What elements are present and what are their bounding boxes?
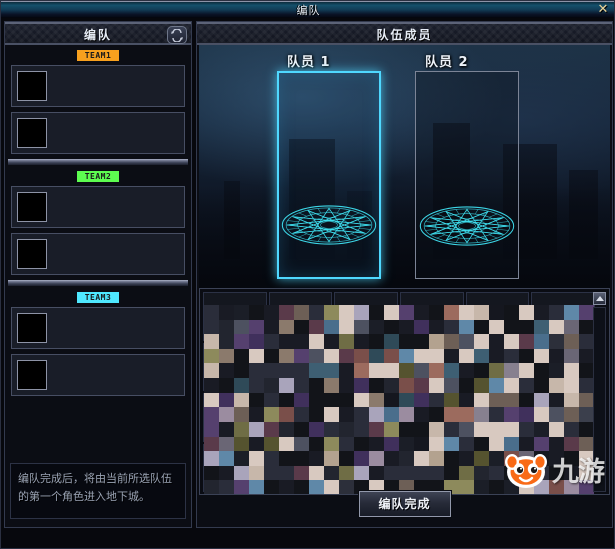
roster-cell[interactable] [268,393,333,442]
team-slot-row[interactable] [11,65,185,107]
summon-circle-icon [281,205,377,245]
roster-cell[interactable] [268,292,333,341]
teams-container: TEAM1 TEAM2 TEAM3 [5,50,191,396]
roster-cell[interactable] [400,393,464,442]
roster-cell[interactable] [531,292,595,341]
roster-cell[interactable] [531,393,595,442]
roster-cell[interactable] [203,393,267,442]
team-slot-row[interactable] [11,354,185,396]
roster-cell[interactable] [531,443,595,492]
roster-cell[interactable] [268,443,333,492]
window-titlebar: 编队 ✕ [1,1,614,18]
roster-cell[interactable] [531,342,595,391]
roster-cell[interactable] [334,393,398,442]
team-divider [8,159,188,166]
slot-portrait [17,71,47,101]
character-slot-2[interactable] [415,71,519,279]
team-panel-title: 编队 [83,28,112,42]
member-slot-label: 队员 1 [287,55,331,70]
member-slot-label: 队员 2 [425,55,469,70]
roster-cell[interactable] [203,443,267,492]
member-stage: 队员 1 队员 2 [199,45,610,306]
team-block: TEAM3 [5,292,191,396]
roster-cell[interactable] [334,443,398,492]
refresh-swap-glyph [171,29,183,42]
team-list-panel: 编队 TEAM1 TEAM2 TEAM3 编队完成后，将由当前所选队伍的第一个角色进… [4,21,192,528]
arrow-up-glyph [595,296,604,301]
team-label: TEAM3 [77,292,119,303]
hint-text: 编队完成后，将由当前所选队伍的第一个角色进入地下城。 [18,472,172,503]
team-label: TEAM1 [77,50,119,61]
refresh-swap-icon[interactable] [167,26,187,44]
roster-cell[interactable] [334,342,398,391]
slot-portrait [17,360,47,390]
team-block: TEAM2 [5,171,191,275]
roster-cell[interactable] [465,342,530,391]
roster-cell[interactable] [400,342,464,391]
roster-cell[interactable] [400,292,464,341]
arrow-up-icon[interactable] [593,292,606,305]
roster-cell[interactable] [203,292,267,341]
slot-portrait [17,118,47,148]
member-panel: 队伍成员 队员 1 队员 2 九游 编队完成 [196,21,613,528]
hint-box: 编队完成后，将由当前所选队伍的第一个角色进入地下城。 [10,463,186,519]
roster-cell[interactable] [203,342,267,391]
roster-cell[interactable] [465,443,530,492]
summon-circle-icon [419,206,515,246]
member-panel-title: 队伍成员 [376,28,433,42]
formation-window: 编队 ✕ 编队 TEAM1 TEAM2 TEAM3 编队完成后，将由当前所选队伍的第… [0,0,615,549]
team-slot-row[interactable] [11,307,185,349]
roster-scrollbar[interactable] [593,307,606,492]
close-icon[interactable]: ✕ [596,3,610,17]
team-slot-row[interactable] [11,186,185,228]
roster-cell[interactable] [465,393,530,442]
roster-cell[interactable] [465,292,530,341]
character-roster [199,288,610,495]
roster-grid [203,292,595,492]
slot-portrait [17,239,47,269]
team-label: TEAM2 [77,171,119,182]
roster-cell[interactable] [268,342,333,391]
slot-portrait [17,192,47,222]
window-title: 编队 [296,4,321,17]
team-divider [8,280,188,287]
team-panel-header: 编队 [5,22,191,45]
slot-portrait [17,313,47,343]
roster-cell[interactable] [334,292,398,341]
team-slot-row[interactable] [11,112,185,154]
member-panel-header: 队伍成员 [197,22,612,45]
roster-cell[interactable] [400,443,464,492]
confirm-formation-button[interactable]: 编队完成 [357,490,452,518]
team-block: TEAM1 [5,50,191,154]
team-slot-row[interactable] [11,233,185,275]
character-slot-1[interactable] [277,71,381,279]
